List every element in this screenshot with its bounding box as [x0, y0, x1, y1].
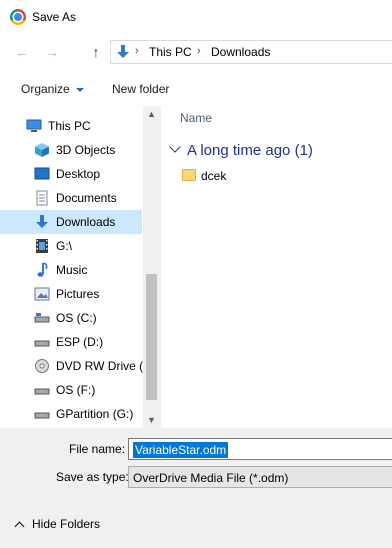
drive-icon: [34, 313, 50, 323]
sidebar-item-pictures[interactable]: Pictures: [0, 282, 142, 306]
chevron-down-icon: [75, 87, 84, 92]
sidebar-item-label: DVD RW Drive (E: [56, 359, 152, 373]
breadcrumb-separator-icon[interactable]: ›: [197, 45, 201, 57]
scrollbar-thumb[interactable]: [146, 274, 157, 400]
breadcrumb-this-pc[interactable]: This PC: [149, 45, 192, 59]
chevron-up-icon: [14, 521, 25, 532]
group-header[interactable]: A long time ago (1): [169, 141, 313, 159]
sidebar-item-label: Documents: [56, 191, 117, 205]
organize-label: Organize: [21, 82, 70, 96]
sidebar-item-g-drive-folder[interactable]: G:\: [0, 234, 142, 258]
pictures-icon: [34, 287, 50, 301]
downloads-icon: [117, 45, 129, 58]
address-bar[interactable]: › This PC › Downloads: [110, 40, 392, 64]
chrome-icon: [10, 9, 26, 25]
sidebar-item-label: G:\: [56, 239, 73, 253]
navigation-pane: This PC 3D Objects Desktop Documents Dow…: [0, 106, 160, 428]
sidebar-item-dvd-rw-drive[interactable]: DVD RW Drive (E: [0, 354, 151, 378]
sidebar-item-label: Downloads: [56, 215, 116, 229]
filename-label: File name:: [69, 442, 126, 456]
sidebar-item-gpartition-g[interactable]: GPartition (G:): [0, 402, 142, 426]
breadcrumb-separator-icon[interactable]: ›: [135, 45, 139, 57]
sidebar-item-label: This PC: [48, 119, 91, 133]
sidebar-item-label: Music: [56, 263, 88, 277]
sidebar-item-label: 3D Objects: [56, 143, 116, 157]
drive-icon: [34, 412, 50, 419]
downloads-icon: [36, 215, 48, 228]
scroll-down-arrow-icon[interactable]: ▼: [143, 412, 160, 428]
savetype-value: OverDrive Media File (*.odm): [133, 471, 289, 485]
sidebar-item-label: Desktop: [56, 167, 101, 181]
sidebar-item-label: OS (C:): [56, 311, 97, 325]
navigation-pane-scrollbar[interactable]: ▲ ▼: [143, 106, 160, 428]
chevron-down-icon: [169, 141, 181, 153]
music-icon: [37, 262, 48, 277]
sidebar-item-desktop[interactable]: Desktop: [0, 162, 142, 186]
title-bar: Save As: [0, 0, 392, 34]
file-list-pane: Name A long time ago (1) dcek: [161, 106, 392, 428]
sidebar-item-label: Pictures: [56, 287, 100, 301]
dvd-drive-icon: [35, 359, 49, 373]
breadcrumb-downloads[interactable]: Downloads: [211, 45, 270, 59]
name-column-header[interactable]: Name: [180, 111, 212, 125]
new-folder-button[interactable]: New folder: [112, 82, 169, 96]
sidebar-item-label: OS (F:): [56, 383, 96, 397]
sidebar-item-label: ESP (D:): [56, 335, 104, 349]
savetype-dropdown[interactable]: OverDrive Media File (*.odm): [128, 466, 392, 488]
sidebar-item-documents[interactable]: Documents: [0, 186, 142, 210]
sidebar-item-os-c[interactable]: OS (C:): [0, 306, 142, 330]
sidebar-item-3d-objects[interactable]: 3D Objects: [0, 138, 142, 162]
savetype-label: Save as type:: [56, 470, 129, 484]
organize-button[interactable]: Organize: [21, 82, 84, 96]
file-name: dcek: [201, 169, 227, 183]
sidebar-item-downloads[interactable]: Downloads: [0, 210, 142, 234]
computer-icon: [26, 119, 42, 132]
forward-arrow-icon[interactable]: →: [42, 42, 62, 62]
hide-folders-label: Hide Folders: [32, 517, 101, 531]
sidebar-item-label: GPartition (G:): [56, 407, 134, 421]
filename-value: VariableStar.odm: [133, 442, 229, 458]
sidebar-item-esp-d[interactable]: ESP (D:): [0, 330, 142, 354]
save-form: File name: VariableStar.odm Save as type…: [0, 428, 392, 548]
film-icon: [36, 239, 48, 253]
sidebar-item-os-f[interactable]: OS (F:): [0, 378, 142, 402]
folder-icon: [182, 169, 196, 181]
hide-folders-button[interactable]: Hide Folders: [14, 517, 101, 532]
3d-objects-icon: [35, 143, 49, 157]
drive-icon: [34, 340, 50, 347]
back-arrow-icon[interactable]: ←: [12, 42, 32, 62]
filename-input[interactable]: VariableStar.odm: [128, 438, 392, 460]
window-title: Save As: [32, 10, 77, 24]
sidebar-item-music[interactable]: Music: [0, 258, 142, 282]
scroll-up-arrow-icon[interactable]: ▲: [143, 106, 160, 122]
up-arrow-icon[interactable]: ↑: [86, 42, 106, 62]
group-label: A long time ago (1): [187, 142, 313, 159]
toolbar: Organize New folder: [0, 76, 392, 104]
navigation-bar: ← → ↑ › This PC › Downloads: [0, 34, 392, 70]
list-item[interactable]: dcek: [161, 165, 392, 187]
documents-icon: [36, 190, 48, 206]
drive-icon: [34, 388, 50, 395]
desktop-icon: [34, 167, 50, 180]
sidebar-item-this-pc[interactable]: This PC: [0, 114, 142, 138]
